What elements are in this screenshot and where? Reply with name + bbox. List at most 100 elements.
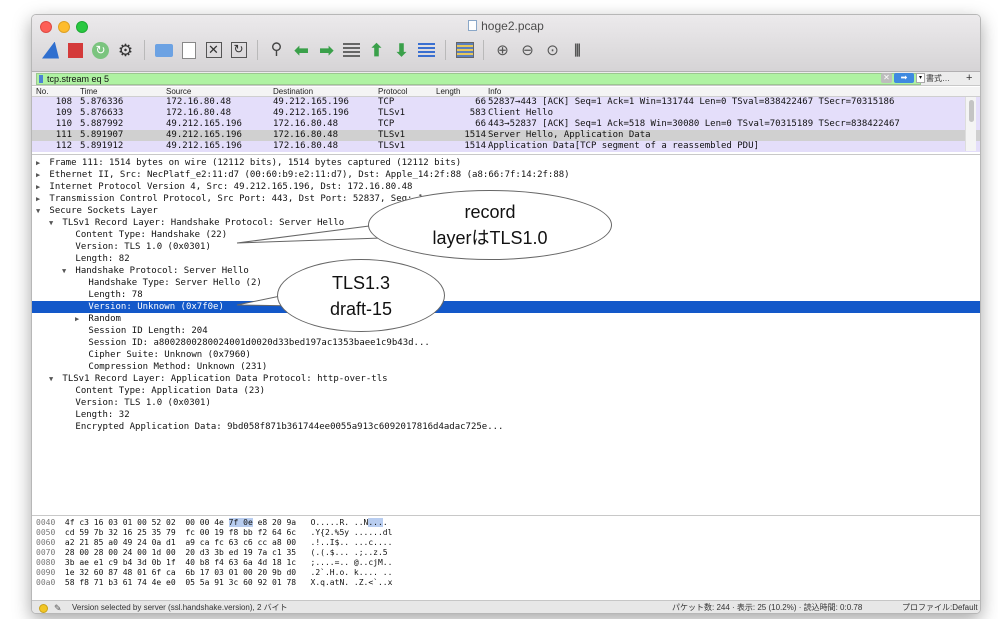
save-file-button[interactable] [178, 40, 199, 61]
packet-cell-dst: 172.16.80.48 [273, 141, 339, 151]
capture-comment-icon[interactable]: ✎ [54, 601, 62, 613]
profile-label[interactable]: プロファイル:Default [902, 601, 978, 613]
packet-row[interactable]: 111 5.891907 49.212.165.196 172.16.80.48 TLS… [32, 130, 980, 141]
packet-list: No. Time Source Destination Protocol Len… [32, 87, 980, 153]
column-header-protocol[interactable]: Protocol [378, 87, 407, 97]
detail-tree-item[interactable]: Length: 32 [32, 409, 980, 421]
expanded-triangle-icon[interactable]: ▼ [36, 205, 44, 217]
packet-cell-len: 1514 [464, 130, 486, 140]
detail-tree-item[interactable]: Version: TLS 1.0 (0x0301) [32, 397, 980, 409]
expanded-triangle-icon[interactable]: ▼ [62, 265, 70, 277]
close-file-button[interactable]: ✕ [203, 40, 224, 61]
collapsed-triangle-icon[interactable]: ▶ [36, 181, 44, 193]
detail-tree-item[interactable]: Session ID: a8002800280024001d0020d33bed… [32, 337, 980, 349]
detail-tree-item[interactable]: Session ID Length: 204 [32, 325, 980, 337]
scrollbar-thumb[interactable] [969, 100, 974, 122]
column-header-info[interactable]: Info [488, 87, 501, 97]
reload-file-button[interactable]: ↻ [228, 40, 249, 61]
hex-bytes: 1e 32 60 87 48 01 6f ca 6b 17 03 01 00 2… [64, 568, 393, 577]
column-header-source[interactable]: Source [166, 87, 191, 97]
packet-row[interactable]: 108 5.876336 172.16.80.48 49.212.165.196 TCP… [32, 97, 980, 108]
detail-tree-item[interactable]: Encrypted Application Data: 9bd058f871b3… [32, 421, 980, 433]
hex-offset: 00a0 [36, 578, 56, 587]
hex-row[interactable]: 0060 a2 21 85 a0 49 24 0a d1 a9 ca fc 63… [36, 538, 392, 548]
detail-tree-item[interactable]: Cipher Suite: Unknown (0x7960) [32, 349, 980, 361]
hex-bytes: 3b ae e1 c9 b4 3d 0b 1f 40 b8 f4 63 6a 4… [64, 558, 393, 567]
collapsed-triangle-icon[interactable]: ▶ [36, 157, 44, 169]
detail-tree-item[interactable]: ▼ TLSv1 Record Layer: Application Data P… [32, 373, 980, 385]
detail-tree-item[interactable]: Version: Unknown (0x7f0e) [32, 301, 980, 313]
start-capture-button[interactable] [40, 40, 61, 61]
packet-cell-proto: TCP [378, 97, 395, 107]
hex-row[interactable]: 0080 3b ae e1 c9 b4 3d 0b 1f 40 b8 f4 63… [36, 558, 392, 568]
detail-tree-item[interactable]: ▶ Random [32, 313, 980, 325]
hex-row[interactable]: 0050 cd 59 7b 32 16 25 35 79 fc 00 19 f8… [36, 528, 392, 538]
go-to-packet-button[interactable] [341, 40, 362, 61]
detail-tree-item[interactable]: ▶ Ethernet II, Src: NecPlatf_e2:11:d7 (0… [32, 169, 980, 181]
hex-row[interactable]: 0070 28 00 28 00 24 00 1d 00 20 d3 3b ed… [36, 548, 388, 558]
last-packet-button[interactable]: ⬇ [391, 40, 412, 61]
first-packet-button[interactable]: ⬆ [366, 40, 387, 61]
window-title: hoge2.pcap [32, 19, 980, 33]
detail-tree-item[interactable]: ▼ Handshake Protocol: Server Hello [32, 265, 980, 277]
hex-ascii: . [382, 518, 393, 527]
packet-cell-proto: TLSv1 [378, 108, 406, 118]
column-header-no[interactable]: No. [36, 87, 48, 97]
column-header-length[interactable]: Length [436, 87, 460, 97]
apply-filter-button[interactable]: ➡ [894, 73, 914, 83]
bookmark-icon[interactable] [39, 75, 43, 83]
zoom-reset-button[interactable]: ⊙ [542, 40, 563, 61]
detail-tree-label: Content Type: Application Data (23) [75, 386, 266, 396]
hex-row[interactable]: 0090 1e 32 60 87 48 01 6f ca 6b 17 03 01… [36, 568, 392, 578]
hex-row[interactable]: 0040 4f c3 16 03 01 00 52 02 00 00 4e 7f… [36, 518, 392, 528]
hex-bytes: 28 00 28 00 24 00 1d 00 20 d3 3b ed 19 7… [64, 548, 388, 557]
wireshark-window: hoge2.pcap ↻ ⚙ ✕ ↻ ⚲ ⬅ ➡ ⬆ ⬇ ⊕ ⊖ ⊙ ⫼ tcp… [31, 14, 981, 614]
packet-row[interactable]: 110 5.887992 49.212.165.196 172.16.80.48 TCP… [32, 119, 980, 130]
expanded-triangle-icon[interactable]: ▼ [49, 217, 57, 229]
detail-tree-item[interactable]: Handshake Type: Server Hello (2) [32, 277, 980, 289]
packet-cell-proto: TCP [378, 119, 395, 129]
open-file-button[interactable] [153, 40, 174, 61]
capture-options-button[interactable]: ⚙ [115, 40, 136, 61]
packet-row[interactable]: 109 5.876633 172.16.80.48 49.212.165.196 TLS… [32, 108, 980, 119]
hex-row[interactable]: 00a0 58 f8 71 b3 61 74 4e e0 05 5a 91 3c… [36, 578, 392, 588]
packet-cell-src: 172.16.80.48 [166, 97, 232, 107]
go-forward-button[interactable]: ➡ [316, 40, 337, 61]
detail-tree-label: Random [88, 314, 121, 324]
toolbar-separator [257, 40, 258, 60]
detail-tree-item[interactable]: Content Type: Application Data (23) [32, 385, 980, 397]
display-filter-input[interactable]: tcp.stream eq 5 [36, 73, 921, 85]
resize-columns-button[interactable]: ⫼ [567, 40, 588, 61]
colorize-button[interactable] [454, 40, 475, 61]
detail-tree-item[interactable]: Compression Method: Unknown (231) [32, 361, 980, 373]
packet-cell-src: 172.16.80.48 [166, 108, 232, 118]
filter-expression-button[interactable]: 書式… [926, 73, 950, 85]
add-filter-button[interactable]: + [966, 72, 972, 85]
zoom-out-button[interactable]: ⊖ [517, 40, 538, 61]
tls13-annotation-line2: draft-15 [329, 299, 393, 319]
document-icon [468, 20, 478, 31]
packet-cell-len: 583 [469, 108, 486, 118]
column-header-destination[interactable]: Destination [273, 87, 313, 97]
expanded-triangle-icon[interactable]: ▼ [49, 373, 57, 385]
autoscroll-button[interactable] [416, 40, 437, 61]
zoom-in-button[interactable]: ⊕ [492, 40, 513, 61]
hex-bytes: 58 f8 71 b3 61 74 4e e0 05 5a 91 3c 60 9… [64, 578, 393, 587]
detail-tree-item[interactable]: Length: 78 [32, 289, 980, 301]
restart-capture-button[interactable]: ↻ [90, 40, 111, 61]
collapsed-triangle-icon[interactable]: ▶ [36, 193, 44, 205]
hex-bytes: e8 20 9a [252, 518, 311, 527]
collapsed-triangle-icon[interactable]: ▶ [36, 169, 44, 181]
packet-row[interactable]: 112 5.891912 49.212.165.196 172.16.80.48 TLS… [32, 141, 980, 152]
detail-tree-item[interactable]: ▶ Frame 111: 1514 bytes on wire (12112 b… [32, 157, 980, 169]
stop-capture-button[interactable] [65, 40, 86, 61]
recent-filters-dropdown[interactable]: ▾ [916, 73, 925, 83]
column-header-time[interactable]: Time [80, 87, 97, 97]
find-packet-button[interactable]: ⚲ [266, 40, 287, 61]
go-back-button[interactable]: ⬅ [291, 40, 312, 61]
packet-cell-no: 108 [55, 97, 72, 107]
expert-info-icon[interactable] [39, 604, 48, 613]
clear-filter-button[interactable]: ✕ [881, 73, 892, 83]
packet-list-scrollbar[interactable] [965, 97, 976, 151]
collapsed-triangle-icon[interactable]: ▶ [75, 313, 83, 325]
